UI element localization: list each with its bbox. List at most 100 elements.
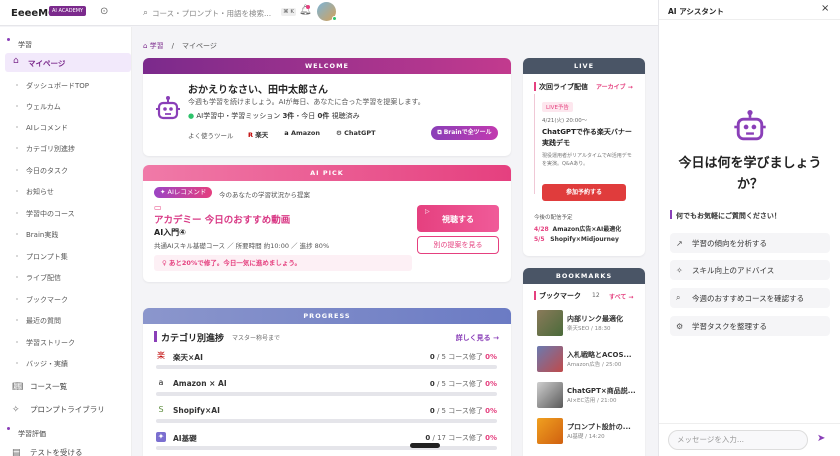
progress-row[interactable]: a Amazon × AI 0 / 5 コース修了 0% <box>154 378 497 398</box>
progress-row[interactable]: ✦ AI基礎 0 / 17 コース修了 0% <box>154 432 497 452</box>
close-icon[interactable]: × <box>821 3 829 14</box>
scroll-indicator[interactable] <box>410 443 440 448</box>
tool-amazon[interactable]: a Amazon <box>284 129 320 139</box>
suggestion-courses[interactable]: ⌕ 今週のおすすめコースを確認する <box>670 288 830 308</box>
chatgpt-icon: ⚙ <box>336 129 342 137</box>
search-icon: ⌕ <box>676 293 681 302</box>
sidebar-item-take-test[interactable]: ▤ テストを受ける <box>12 447 83 456</box>
search-icon: ⌕ <box>143 8 149 18</box>
category-label: AI基礎 <box>173 434 197 443</box>
sidebar-item-live[interactable]: ライブ配信 <box>16 273 61 283</box>
message-input[interactable]: メッセージを入力... <box>668 430 808 450</box>
divider <box>659 423 840 424</box>
external-link-icon: ⧉ <box>437 129 442 136</box>
ai-pick-meta: 共通AIスキル基礎コース ／ 所要時間 約10:00 ／ 進捗 80% <box>154 242 330 250</box>
sidebar-item-label: コース一覧 <box>30 382 68 391</box>
search-shortcut: ⌘ K <box>281 8 296 16</box>
sidebar-item-streak[interactable]: 学習ストリーク <box>16 338 75 348</box>
tools-label: よく使うツール <box>188 132 234 140</box>
assistant-prompt: 何でもお気軽にご質問ください！ <box>676 212 781 220</box>
suggestion-analyze[interactable]: ↗ 学習の傾向を分析する <box>670 233 830 253</box>
sidebar-section-eval: 学習評価 <box>7 427 46 438</box>
sidebar-section-learning: 学習 <box>7 38 32 49</box>
upcoming-item[interactable]: 5/5 Shopify×Midjourney <box>534 236 619 243</box>
search-input[interactable]: コース・プロンプト・用語を検索... <box>152 8 271 19</box>
bookmark-item[interactable]: ChatGPT×商品説... AI×EC活用 / 21:00 <box>537 382 645 410</box>
category-value: 0 / 5 コース修了 0% <box>429 353 497 361</box>
live-datetime: 4/21(火) 20:00〜 <box>542 118 588 124</box>
bookmarks-all-link[interactable]: すべて → <box>609 292 633 301</box>
breadcrumb-current: マイページ <box>182 42 217 50</box>
assistant-heading: 今日は何を学びましょうか？ <box>678 156 822 192</box>
robot-icon <box>156 96 180 120</box>
sidebar-item-dashboard[interactable]: ダッシュボードTOP <box>15 81 89 91</box>
progress-bar <box>156 365 497 369</box>
progress-more-link[interactable]: 詳しく見る → <box>456 333 499 343</box>
bookmark-thumbnail <box>537 382 563 408</box>
amazon-icon: a <box>284 129 289 137</box>
progress-card: PROGRESS カテゴリ別進捗 マスター称号まで 詳しく見る → 楽楽天×AI… <box>143 308 511 456</box>
ai-pick-intro: 今のあなたの学習状況から提案 <box>219 191 310 199</box>
collapse-sidebar-icon[interactable]: ⊙ <box>100 6 108 17</box>
sidebar-item-today-tasks[interactable]: 今日のタスク <box>16 166 68 176</box>
category-icon: S <box>158 405 164 414</box>
tool-rakuten[interactable]: R 楽天 <box>248 129 268 139</box>
bookmark-item[interactable]: プロンプト設計の... AI基礎 / 14:20 <box>537 418 645 446</box>
bookmark-item[interactable]: 内部リンク最適化 楽天SEO / 18:30 <box>537 310 645 338</box>
upcoming-label: 今後の配信予定 <box>534 215 573 221</box>
sidebar-item-recent-questions[interactable]: 最近の質問 <box>16 316 61 326</box>
home-icon: ⌂ <box>13 56 19 66</box>
progress-bar <box>156 446 497 450</box>
ai-pick-course: AI入門④ <box>154 228 186 237</box>
bookmark-thumbnail <box>537 418 563 444</box>
upcoming-item[interactable]: 4/28 Amazon広告×AI最適化 <box>534 224 621 233</box>
book-icon: 📖︎ <box>12 381 24 392</box>
tool-chatgpt[interactable]: ⚙ ChatGPT <box>336 129 376 139</box>
robot-icon <box>734 110 766 141</box>
sidebar-item-course-list[interactable]: 📖︎ コース一覧 <box>12 381 67 392</box>
category-value: 0 / 17 コース修了 0% <box>425 434 497 442</box>
bookmark-thumbnail <box>537 346 563 372</box>
welcome-card: WELCOME おかえりなさい、田中太郎さん 今週も学習を続けましょう。AIが毎… <box>143 58 511 156</box>
category-value: 0 / 5 コース修了 0% <box>429 380 497 388</box>
progress-row[interactable]: 楽楽天×AI 0 / 5 コース修了 0% <box>154 351 497 371</box>
sidebar-item-welcome[interactable]: ウェルカム <box>16 102 61 112</box>
send-icon[interactable]: ➤ <box>817 433 825 444</box>
sidebar-item-label: プロンプトライブラリ <box>30 405 105 414</box>
live-description: 現役運用者がリアルタイムでAI活用デモを実演。Q&Aあり。 <box>542 153 632 167</box>
sidebar-item-courses-in-progress[interactable]: 学習中のコース <box>16 209 75 219</box>
sidebar-item-mypage[interactable]: ⌂ マイページ <box>5 53 131 72</box>
welcome-header: WELCOME <box>143 58 511 74</box>
progress-row[interactable]: S Shopify×AI 0 / 5 コース修了 0% <box>154 405 497 425</box>
sidebar-item-prompts[interactable]: プロンプト集 <box>16 252 68 262</box>
suggestion-tasks[interactable]: ⚙ 学習タスクを整理する <box>670 316 830 336</box>
sidebar-item-news[interactable]: お知らせ <box>16 187 54 197</box>
other-suggestion-button[interactable]: 別の提案を見る <box>417 236 499 254</box>
progress-bar <box>156 419 497 423</box>
bookmark-item[interactable]: 入札戦略とACOS... Amazon広告 / 25:00 <box>537 346 645 374</box>
sidebar-item-ai-recommend[interactable]: AIレコメンド <box>16 123 68 133</box>
category-label: Amazon × AI <box>173 379 227 388</box>
breadcrumb-home[interactable]: ⌂ 学習 <box>143 41 164 51</box>
sidebar-item-prompt-library[interactable]: ✧ プロンプトライブラリ <box>12 404 105 415</box>
sparkle-icon: ✧ <box>12 404 20 415</box>
ai-assistant-panel: AI アシスタント × 今日は何を学びましょうか？ 何でもお気軽にご質問ください… <box>658 0 840 456</box>
watch-button[interactable]: ▷ 視聴する <box>417 205 499 232</box>
gear-icon: ⚙ <box>676 321 684 331</box>
progress-title: カテゴリ別進捗 <box>161 334 225 344</box>
sidebar-item-bookmarks[interactable]: ブックマーク <box>16 295 68 305</box>
search-box[interactable]: ⌕ コース・プロンプト・用語を検索... ⌘ K <box>143 6 298 20</box>
live-card: LIVE 次回ライブ配信 アーカイブ → LIVE予告 4/21(火) 20:0… <box>523 58 645 256</box>
suggestion-advice[interactable]: ✧ スキル向上のアドバイス <box>670 260 830 280</box>
live-title: 次回ライブ配信 <box>539 83 588 91</box>
brain-tools-button[interactable]: ⧉ Brainで全ツール <box>431 126 498 140</box>
sidebar-item-badges[interactable]: バッジ・実績 <box>16 359 68 369</box>
category-value: 0 / 5 コース修了 0% <box>429 407 497 415</box>
lightbulb-icon: ♀ <box>162 259 167 267</box>
sparkle-icon: ✦ <box>160 188 166 196</box>
sidebar-item-category-progress[interactable]: カテゴリ別進捗 <box>16 144 75 154</box>
live-archive-link[interactable]: アーカイブ → <box>596 82 633 91</box>
sidebar-item-brain[interactable]: Brain実践 <box>15 230 58 240</box>
join-live-button[interactable]: 参加予約する <box>542 184 626 201</box>
category-icon: 楽 <box>157 351 165 360</box>
